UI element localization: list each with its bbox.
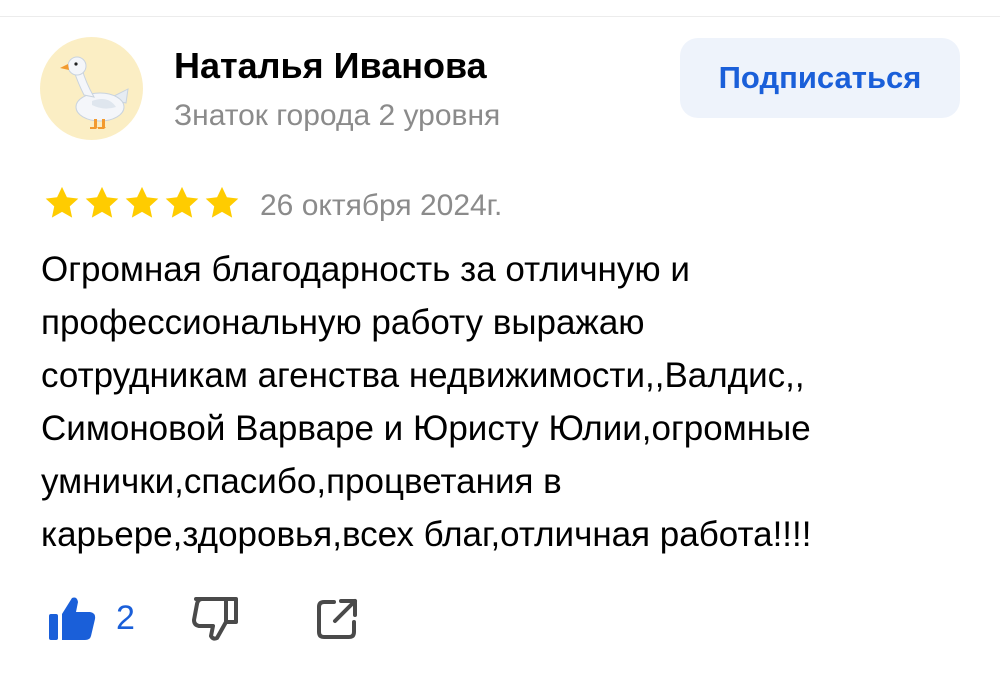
author-level: Знаток города 2 уровня — [174, 99, 501, 132]
review-text: Огромная благодарность за отличную и про… — [41, 250, 812, 554]
thumbs-down-icon — [192, 597, 238, 641]
star-icon — [125, 186, 159, 218]
dislike-button[interactable] — [190, 594, 246, 644]
like-button[interactable] — [46, 594, 106, 644]
share-button[interactable] — [314, 596, 362, 644]
rating-stars — [43, 183, 241, 227]
star-icon — [85, 186, 119, 218]
thumbs-up-icon — [49, 597, 96, 640]
star-icon — [45, 186, 79, 218]
review-date: 26 октября 2024г. — [260, 189, 503, 222]
share-icon — [317, 599, 357, 639]
like-count: 2 — [116, 599, 135, 637]
subscribe-button[interactable]: Подписаться — [680, 38, 960, 118]
avatar[interactable] — [40, 37, 143, 140]
star-icon — [205, 186, 239, 218]
goose-avatar-icon — [60, 56, 129, 129]
author-name[interactable]: Наталья Иванова — [174, 44, 487, 88]
top-divider — [0, 16, 1000, 17]
star-icon — [165, 186, 199, 218]
